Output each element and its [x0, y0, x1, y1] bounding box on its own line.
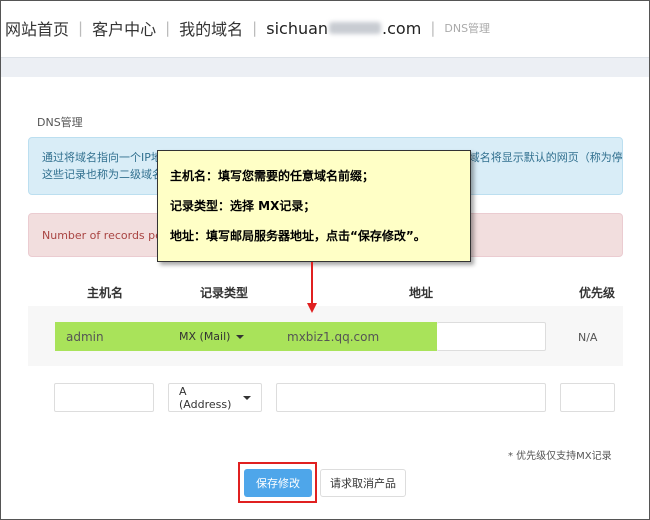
breadcrumb-separator: | — [165, 19, 171, 37]
caret-down-icon — [236, 334, 245, 339]
breadcrumb: 网站首页 | 客户中心 | 我的域名 | sichuan .com | DNS管… — [5, 0, 650, 56]
address-input[interactable] — [276, 383, 546, 412]
address-input-remainder[interactable] — [437, 322, 546, 351]
breadcrumb-home-link[interactable]: 网站首页 — [5, 16, 69, 40]
redacted-text — [329, 22, 382, 34]
record-type-select[interactable]: A (Address) — [168, 383, 262, 412]
priority-input[interactable] — [560, 383, 615, 412]
section-title: DNS管理 — [37, 116, 83, 129]
arrow-down-icon — [307, 303, 317, 313]
domain-prefix: sichuan — [266, 18, 329, 38]
header-address: 地址 — [409, 286, 434, 300]
address-input[interactable]: mxbiz1.qq.com — [276, 322, 437, 351]
breadcrumb-domain-link[interactable]: sichuan .com — [266, 19, 421, 38]
breadcrumb-separator: | — [430, 19, 436, 37]
caret-down-icon — [243, 395, 251, 400]
breadcrumb-customer-center-link[interactable]: 客户中心 — [92, 16, 156, 40]
save-button[interactable]: 保存修改 — [244, 469, 312, 497]
header-band — [1, 57, 649, 77]
header-record-type: 记录类型 — [200, 286, 249, 300]
domain-suffix: .com — [382, 18, 422, 38]
priority-value: N/A — [578, 331, 598, 344]
breadcrumb-current: DNS管理 — [444, 22, 491, 35]
callout-line-2: 记录类型：选择 MX记录； — [170, 199, 316, 213]
breadcrumb-separator: | — [252, 19, 258, 37]
breadcrumb-my-domains-link[interactable]: 我的域名 — [179, 16, 243, 40]
header-host: 主机名 — [87, 286, 124, 300]
annotation-callout: 主机名：填写您需要的任意域名前缀； 记录类型：选择 MX记录； 地址：填写邮局服… — [157, 150, 471, 262]
breadcrumb-separator: | — [78, 19, 84, 37]
priority-note: * 优先级仅支持MX记录 — [508, 451, 612, 462]
callout-line-3: 地址：填写邮局服务器地址，点击“保存修改”。 — [170, 229, 426, 243]
record-type-value: A (Address) — [179, 384, 232, 411]
host-input[interactable] — [54, 383, 154, 412]
host-input[interactable]: admin — [55, 322, 154, 351]
cancel-product-button[interactable]: 请求取消产品 — [320, 469, 406, 497]
callout-line-1: 主机名：填写您需要的任意域名前缀； — [170, 169, 375, 183]
record-type-select[interactable]: MX (Mail) — [168, 322, 262, 351]
record-type-value: MX (Mail) — [179, 330, 231, 343]
header-priority: 优先级 — [579, 286, 616, 300]
annotation-arrow — [311, 262, 313, 306]
